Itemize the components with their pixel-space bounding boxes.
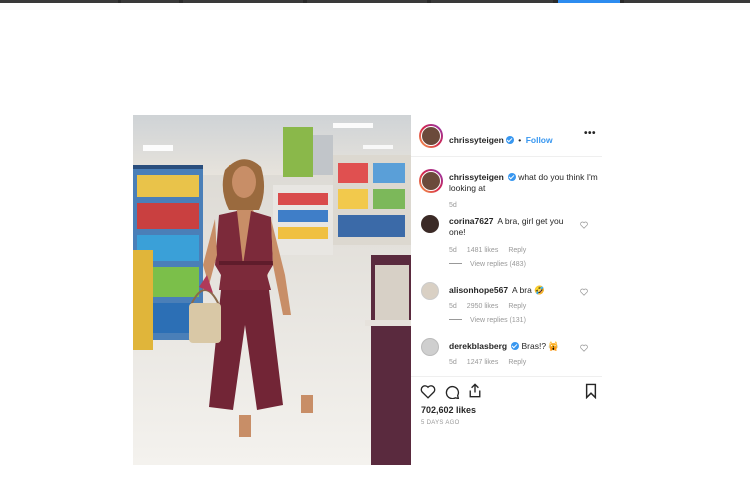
browser-tab[interactable] [431,0,553,3]
verified-badge-icon [507,173,516,181]
post-photo[interactable]: R [133,115,411,465]
caption: chrissyteigen what do you think I'm look… [449,172,599,194]
follow-button[interactable]: Follow [526,135,553,145]
post-sidebar: chrissyteigen • Follow ••• chrissyteigen… [411,115,602,465]
browser-tab[interactable] [624,0,750,3]
browser-tab[interactable] [121,0,179,3]
post-actions: 702,602 likes 5 DAYS AGO [411,376,602,465]
comment-meta: 5d 1247 likes Reply [449,359,527,366]
more-options-icon[interactable]: ••• [584,128,596,139]
author-username[interactable]: chrissyteigen [449,135,504,145]
separator-dot: • [518,135,522,145]
comment-like-icon[interactable] [580,221,588,229]
browser-tab-active[interactable] [558,0,620,3]
like-heart-icon[interactable] [420,384,436,399]
caption-username[interactable]: chrissyteigen [449,172,504,182]
store-photo-illustration: R [133,115,411,465]
comment-3: derekblasberg Bras!? 🙀 [449,341,579,352]
browser-tab[interactable] [183,0,303,3]
save-bookmark-icon[interactable] [585,383,597,399]
view-replies-button[interactable]: View replies (483) [449,261,526,268]
caption-avatar[interactable] [419,169,443,193]
comment-text: Bras!? 🙀 [521,341,560,351]
comment-meta: 5d 1481 likes Reply [449,247,527,254]
browser-tab[interactable] [0,0,118,3]
comment-avatar[interactable] [421,282,439,300]
comment-avatar[interactable] [421,215,439,233]
comment-1: corina7627 A bra, girl get you one! [449,216,579,238]
reply-button[interactable]: Reply [508,303,526,310]
post-timestamp: 5 DAYS AGO [421,420,460,426]
comment-username[interactable]: alisonhope567 [449,285,508,295]
comment-avatar[interactable] [421,338,439,356]
comment-2: alisonhope567 A bra 🤣 [449,285,579,296]
comment-like-icon[interactable] [580,344,588,352]
share-icon[interactable] [468,383,482,398]
comment-like-icon[interactable] [580,288,588,296]
reply-button[interactable]: Reply [508,247,526,254]
author-avatar[interactable] [419,124,443,148]
author-line: chrissyteigen • Follow [449,130,553,148]
browser-tab[interactable] [307,0,427,3]
reply-button[interactable]: Reply [508,359,526,366]
verified-badge-icon [505,136,514,144]
post-header: chrissyteigen • Follow ••• [411,115,602,157]
comment-username[interactable]: derekblasberg [449,341,507,351]
comment-text: A bra 🤣 [511,285,545,295]
comment-meta: 5d 2950 likes Reply [449,303,527,310]
caption-age: 5d [449,202,457,209]
verified-badge-icon [511,342,520,350]
comment-icon[interactable] [444,384,460,399]
likes-count[interactable]: 702,602 likes [421,405,476,415]
view-replies-button[interactable]: View replies (131) [449,317,526,324]
comment-username[interactable]: corina7627 [449,216,493,226]
browser-tab-strip [0,0,750,3]
